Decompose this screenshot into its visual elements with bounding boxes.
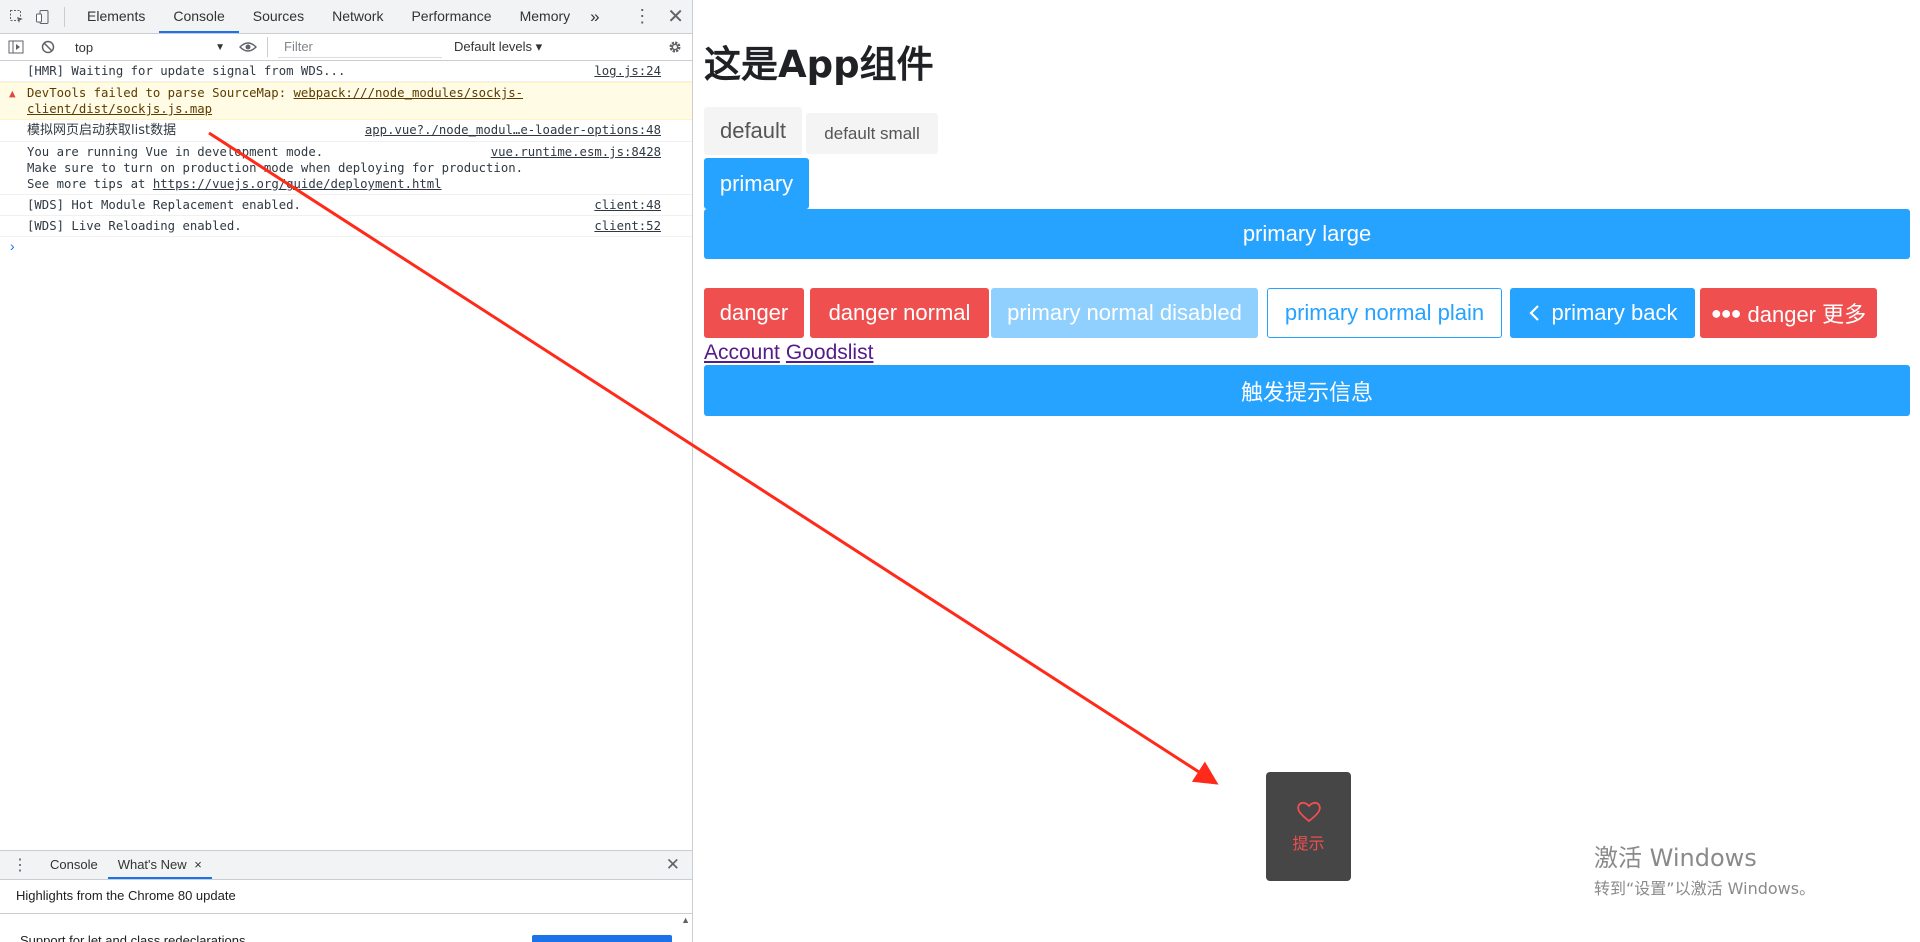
goodslist-link[interactable]: Goodslist: [786, 341, 874, 364]
primary-back-label: primary back: [1551, 300, 1678, 325]
trigger-toast-button[interactable]: 触发提示信息: [704, 365, 1910, 416]
heart-outline-icon: [1296, 801, 1321, 822]
scroll-up-arrow-icon[interactable]: ▲: [681, 915, 690, 925]
devtools-tabbar: Elements Console Sources Network Perform…: [0, 0, 692, 34]
primary-large-button[interactable]: primary large: [704, 209, 1910, 259]
console-log: [HMR] Waiting for update signal from WDS…: [0, 61, 692, 255]
primary-back-button[interactable]: primary back: [1510, 288, 1695, 338]
divider: [0, 913, 692, 914]
filter-input[interactable]: Filter: [278, 37, 442, 58]
primary-normal-disabled-button: primary normal disabled: [991, 288, 1258, 338]
toast-message: 提示: [1266, 772, 1351, 881]
app-page: 这是App组件 default default small primary pr…: [704, 0, 1914, 942]
danger-normal-button[interactable]: danger normal: [810, 288, 989, 338]
close-icon[interactable]: ✕: [667, 4, 684, 29]
toast-text: 提示: [1292, 833, 1325, 853]
learn-more-button[interactable]: [532, 935, 672, 942]
sidebar-toggle-icon[interactable]: [7, 38, 25, 56]
console-message: [WDS] Hot Module Replacement enabled. cl…: [0, 195, 692, 216]
console-source-link[interactable]: client:52: [590, 218, 661, 234]
console-message-text: [WDS] Hot Module Replacement enabled.: [27, 198, 301, 212]
tab-network[interactable]: Network: [318, 0, 397, 33]
console-source-link[interactable]: client:48: [590, 197, 661, 213]
watermark-subtitle: 转到“设置”以激活 Windows。: [1594, 879, 1816, 898]
drawer-menu-icon[interactable]: ⋮: [0, 855, 40, 875]
danger-more-button[interactable]: ●●● danger 更多: [1700, 288, 1877, 338]
more-tabs-button[interactable]: »: [584, 0, 605, 33]
tab-sources[interactable]: Sources: [239, 0, 318, 33]
console-message-text: 模拟网页启动获取list数据: [27, 123, 177, 138]
vue-docs-link[interactable]: https://vuejs.org/guide/deployment.html: [153, 177, 442, 191]
divider: [64, 6, 65, 27]
console-message: [HMR] Waiting for update signal from WDS…: [0, 61, 692, 82]
devtools-panel: Elements Console Sources Network Perform…: [0, 0, 693, 942]
warning-icon: ▲: [9, 87, 16, 100]
console-message: 模拟网页启动获取list数据 app.vue?./node_modul…e-lo…: [0, 120, 692, 142]
more-dots-icon: ●●●: [1710, 302, 1742, 323]
device-toolbar-icon[interactable]: [34, 8, 52, 26]
tab-console[interactable]: Console: [159, 0, 239, 33]
devtools-drawer: ⋮ Console What's New × ✕ Highlights from…: [0, 850, 692, 942]
context-selector-value: top: [75, 39, 94, 55]
console-source-link[interactable]: app.vue?./node_modul…e-loader-options:48: [360, 122, 661, 138]
drawer-tabbar: ⋮ Console What's New × ✕: [0, 851, 692, 880]
context-selector[interactable]: top ▼: [63, 36, 231, 58]
console-message-text: See more tips at: [27, 177, 153, 191]
gear-icon[interactable]: [666, 38, 684, 56]
console-message: [WDS] Live Reloading enabled. client:52: [0, 216, 692, 237]
danger-button[interactable]: danger: [704, 288, 804, 338]
windows-activation-watermark: 激活 Windows 转到“设置”以激活 Windows。: [1594, 838, 1815, 899]
close-tab-icon[interactable]: ×: [194, 857, 202, 872]
console-message-text: Make sure to turn on production mode whe…: [27, 161, 524, 175]
log-levels-dropdown[interactable]: Default levels ▾: [454, 39, 542, 55]
watermark-title: 激活 Windows: [1594, 844, 1757, 872]
chevron-left-icon: [1528, 305, 1539, 321]
divider: [267, 37, 268, 57]
primary-button[interactable]: primary: [704, 158, 809, 209]
tab-performance[interactable]: Performance: [397, 0, 505, 33]
drawer-tab-label: What's New: [117, 857, 187, 872]
chevron-down-icon: ▼: [215, 41, 225, 53]
router-links: Account Goodslist: [704, 341, 879, 365]
drawer-tab-console[interactable]: Console: [40, 851, 108, 879]
page-title: 这是App组件: [704, 43, 934, 86]
console-message: You are running Vue in development mode.…: [0, 142, 692, 195]
kebab-menu-icon[interactable]: ⋮: [633, 6, 651, 27]
console-source-link[interactable]: log.js:24: [590, 63, 661, 79]
primary-normal-plain-button[interactable]: primary normal plain: [1267, 288, 1502, 338]
danger-more-label: danger 更多: [1747, 302, 1867, 327]
default-small-button[interactable]: default small: [806, 113, 938, 154]
console-toolbar: top ▼ Filter Default levels ▾: [0, 34, 692, 61]
whats-new-item: Support for let and class redeclarations: [20, 933, 246, 942]
inspect-element-icon[interactable]: [8, 8, 26, 26]
tab-memory[interactable]: Memory: [506, 0, 585, 33]
account-link[interactable]: Account: [704, 341, 780, 364]
console-message-text: [HMR] Waiting for update signal from WDS…: [27, 64, 346, 78]
console-warning: ▲ DevTools failed to parse SourceMap: we…: [0, 82, 692, 120]
clear-console-icon[interactable]: [39, 38, 57, 56]
tab-elements[interactable]: Elements: [73, 0, 159, 33]
console-source-link[interactable]: vue.runtime.esm.js:8428: [486, 144, 661, 160]
default-button[interactable]: default: [704, 107, 802, 155]
console-prompt[interactable]: ›: [0, 237, 692, 255]
console-message-text: [WDS] Live Reloading enabled.: [27, 219, 242, 233]
drawer-tab-whats-new[interactable]: What's New ×: [107, 851, 212, 879]
close-drawer-icon[interactable]: ✕: [666, 855, 680, 875]
eye-icon[interactable]: [239, 38, 257, 56]
console-message-text: DevTools failed to parse SourceMap:: [27, 86, 294, 100]
whats-new-heading: Highlights from the Chrome 80 update: [16, 888, 236, 903]
